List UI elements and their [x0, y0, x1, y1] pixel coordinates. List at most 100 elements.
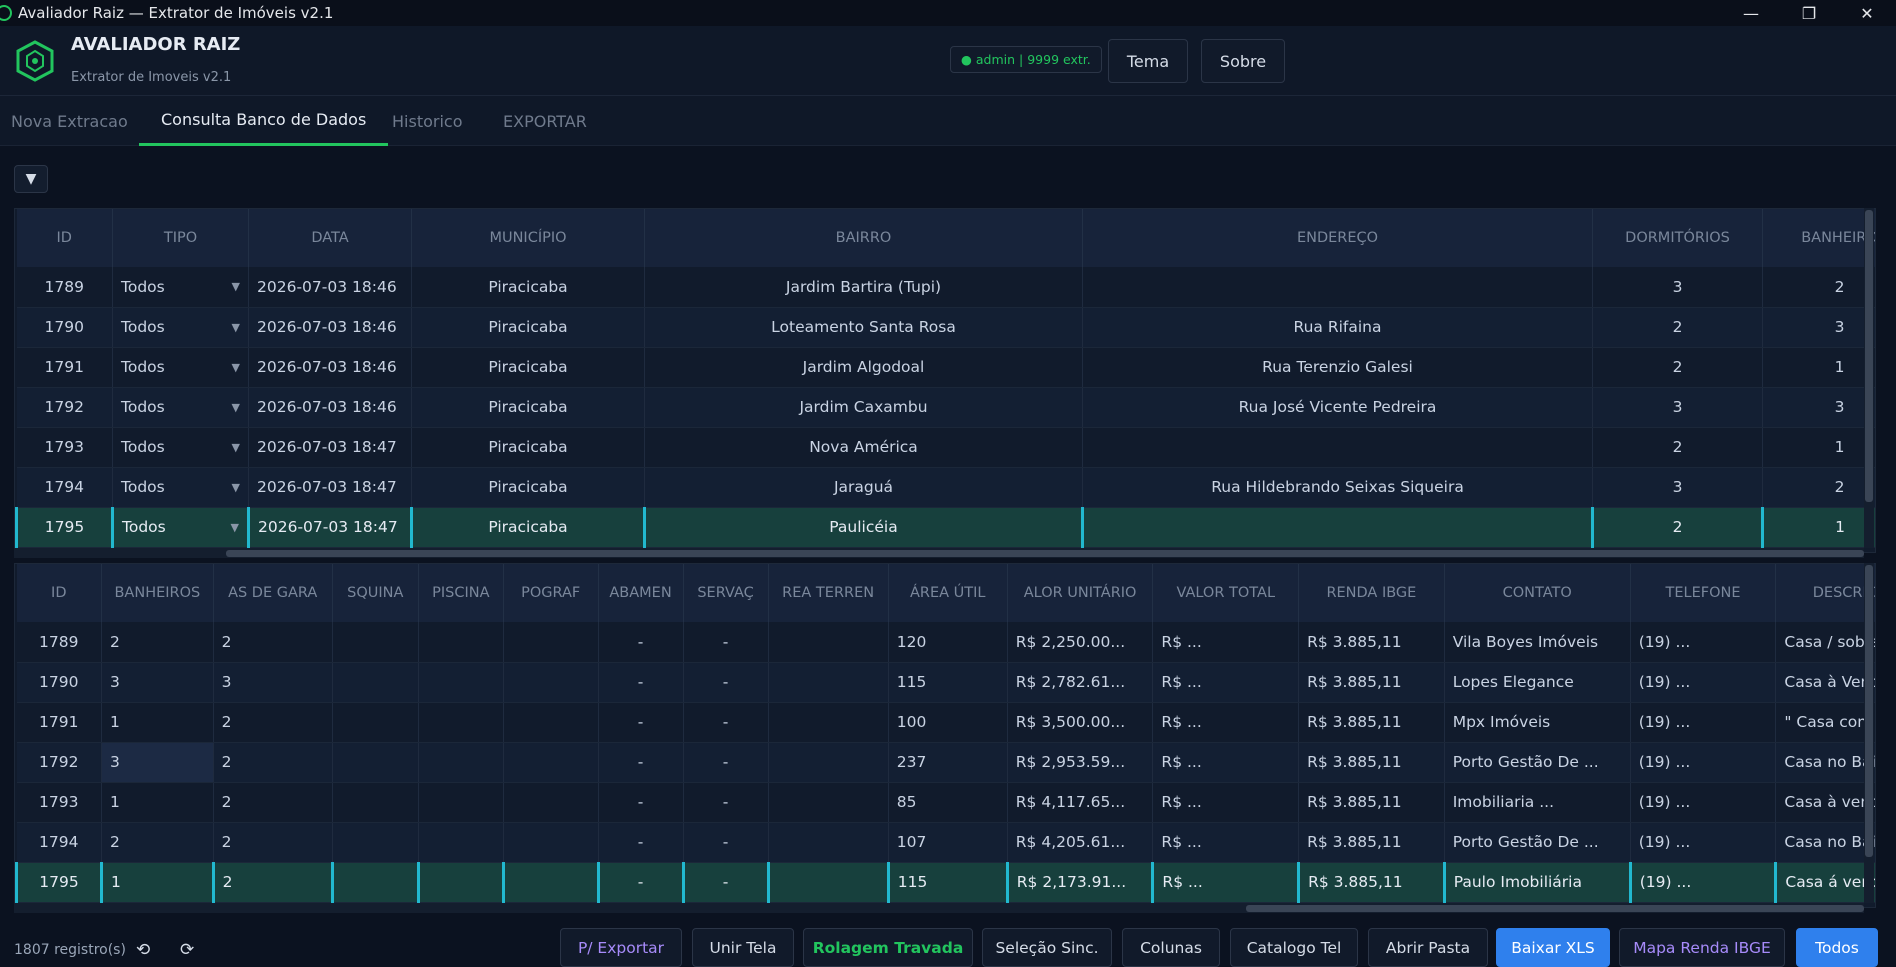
table-cell[interactable]: Rua Rifaina	[1082, 307, 1593, 348]
table-cell[interactable]	[768, 622, 889, 663]
table-cell[interactable]: 2	[1591, 507, 1763, 548]
table-cell[interactable]: Casa á venda - Bairro Pau	[1774, 862, 1875, 903]
table-cell[interactable]: Todos ▼	[112, 387, 249, 428]
table-cell[interactable]: -	[683, 742, 769, 783]
table-cell[interactable]: 2	[1592, 427, 1763, 468]
table-cell[interactable]: Paulo Imobiliária	[1442, 862, 1631, 903]
theme-button[interactable]: Tema	[1108, 39, 1188, 83]
table-cell[interactable]: R$ ...	[1151, 862, 1300, 903]
table-cell[interactable]: 2	[1592, 307, 1763, 348]
table-cell[interactable]: 2	[211, 862, 333, 903]
table-cell[interactable]	[768, 662, 889, 703]
table-cell[interactable]	[503, 782, 599, 823]
table-cell[interactable]: R$ 3.885,11	[1298, 622, 1445, 663]
table-cell[interactable]	[766, 862, 889, 903]
table-cell[interactable]: Todos ▼	[112, 427, 249, 468]
table-cell[interactable]: Porto Gestão De ...	[1444, 742, 1631, 783]
dropdown-arrow-icon[interactable]: ▼	[232, 481, 240, 494]
maximize-icon[interactable]: ❐	[1780, 0, 1838, 26]
table-cell[interactable]: Rua José Vicente Pedreira	[1082, 387, 1593, 428]
table-cell[interactable]: 2026-07-03 18:46	[248, 267, 412, 308]
table-row[interactable]: 1789 Todos ▼ 2026-07-03 18:46 Piracicaba Jard…	[16, 267, 1875, 308]
table-cell[interactable]: 1792	[16, 387, 113, 428]
table-cell[interactable]: Todos ▼	[112, 267, 249, 308]
undo-icon[interactable]: ⟲	[136, 940, 150, 960]
table-cell[interactable]: 3	[1592, 467, 1763, 508]
table-cell[interactable]: 2	[213, 702, 333, 743]
table-cell[interactable]: -	[683, 662, 769, 703]
open-folder-button[interactable]: Abrir Pasta	[1368, 928, 1488, 967]
table-cell[interactable]: Lopes Elegance	[1444, 662, 1631, 703]
table-cell[interactable]: Todos ▼	[112, 347, 249, 388]
table-cell[interactable]	[501, 862, 599, 903]
table-cell[interactable]: 1795	[15, 862, 103, 903]
table-row[interactable]: 1792 3 2 - - 237 R$ 2,953.59... R$ ... R$ 3.885,…	[16, 742, 1875, 783]
table-cell[interactable]	[503, 742, 599, 783]
table-cell[interactable]: 85	[888, 782, 1008, 823]
bottom-horizontal-scrollbar[interactable]	[14, 903, 1864, 913]
table-cell[interactable]: 2	[1592, 347, 1763, 388]
table-cell[interactable]: R$ 3,500.00...	[1007, 702, 1154, 743]
table-cell[interactable]: Paulicéia	[643, 507, 1083, 548]
table-cell[interactable]	[332, 622, 419, 663]
table-cell[interactable]	[418, 702, 504, 743]
table-cell[interactable]: 1790	[16, 662, 103, 703]
table-cell[interactable]: 2	[1762, 267, 1875, 308]
table-cell[interactable]	[332, 822, 419, 863]
table-cell[interactable]: -	[598, 782, 684, 823]
table-cell[interactable]: R$ 3.885,11	[1298, 662, 1445, 703]
tab-historico[interactable]: Historico	[392, 96, 462, 146]
table-cell[interactable]: Imobiliaria ...	[1444, 782, 1631, 823]
tab-nova-extracao[interactable]: Nova Extracao	[11, 96, 128, 146]
table-cell[interactable]: 2026-07-03 18:46	[248, 387, 412, 428]
table-cell[interactable]	[1081, 507, 1593, 548]
all-button[interactable]: Todos	[1796, 928, 1878, 967]
table-cell[interactable]: 1795	[15, 507, 113, 548]
table-cell[interactable]: R$ 2,782.61...	[1007, 662, 1154, 703]
table-cell[interactable]	[768, 702, 889, 743]
table-cell[interactable]	[332, 782, 419, 823]
table-cell[interactable]: 115	[886, 862, 1008, 903]
bottom-header-6[interactable]: ABAMEN	[598, 564, 684, 622]
top-horizontal-scrollbar[interactable]	[14, 548, 1864, 558]
table-cell[interactable]: -	[598, 662, 684, 703]
table-cell[interactable]: Rua Terenzio Galesi	[1082, 347, 1593, 388]
table-cell[interactable]: (19) ...	[1630, 782, 1777, 823]
table-cell[interactable]: Loteamento Santa Rosa	[644, 307, 1083, 348]
table-cell[interactable]	[503, 622, 599, 663]
bottom-vertical-scrollbar[interactable]	[1864, 563, 1874, 903]
table-row[interactable]: 1791 1 2 - - 100 R$ 3,500.00... R$ ... R$ 3.885,…	[16, 702, 1875, 743]
table-cell[interactable]	[332, 662, 419, 703]
table-row[interactable]: 1794 Todos ▼ 2026-07-03 18:47 Piracicaba Jara…	[16, 467, 1875, 508]
table-cell[interactable]	[503, 662, 599, 703]
table-cell[interactable]: 2	[213, 622, 333, 663]
table-cell[interactable]: 3	[1592, 267, 1763, 308]
scroll-lock-button[interactable]: Rolagem Travada	[803, 928, 973, 967]
table-cell[interactable]: 1794	[16, 822, 103, 863]
table-cell[interactable]: Piracicaba	[411, 347, 645, 388]
bottom-header-9[interactable]: ÁREA ÚTIL	[888, 564, 1008, 622]
table-cell[interactable]: R$ ...	[1152, 782, 1300, 823]
tab-consulta-banco[interactable]: Consulta Banco de Dados	[139, 96, 389, 146]
table-row[interactable]: 1791 Todos ▼ 2026-07-03 18:46 Piracicaba Jard…	[16, 347, 1875, 388]
table-cell[interactable]	[332, 742, 419, 783]
table-cell[interactable]	[418, 782, 504, 823]
table-cell[interactable]: Vila Boyes Imóveis	[1444, 622, 1631, 663]
table-cell[interactable]	[1082, 427, 1593, 468]
table-cell[interactable]: 3	[101, 662, 214, 703]
sync-selection-button[interactable]: Seleção Sinc.	[982, 928, 1112, 967]
table-cell[interactable]	[330, 862, 419, 903]
table-cell[interactable]	[418, 622, 504, 663]
table-cell[interactable]: 237	[888, 742, 1008, 783]
table-cell[interactable]	[416, 862, 504, 903]
table-row[interactable]: 1792 Todos ▼ 2026-07-03 18:46 Piracicaba Jard…	[16, 387, 1875, 428]
table-cell[interactable]: R$ 2,173.91...	[1005, 862, 1154, 903]
table-cell[interactable]: Casa à venda no bairro N	[1775, 782, 1875, 823]
table-cell[interactable]: R$ ...	[1152, 662, 1300, 703]
top-header-2[interactable]: DATA	[248, 209, 412, 267]
table-cell[interactable]: -	[598, 822, 684, 863]
dropdown-arrow-icon[interactable]: ▼	[232, 441, 240, 454]
income-map-button[interactable]: Mapa Renda IBGE	[1619, 928, 1785, 967]
table-cell[interactable]	[1082, 267, 1593, 308]
table-cell[interactable]: 1791	[16, 702, 103, 743]
